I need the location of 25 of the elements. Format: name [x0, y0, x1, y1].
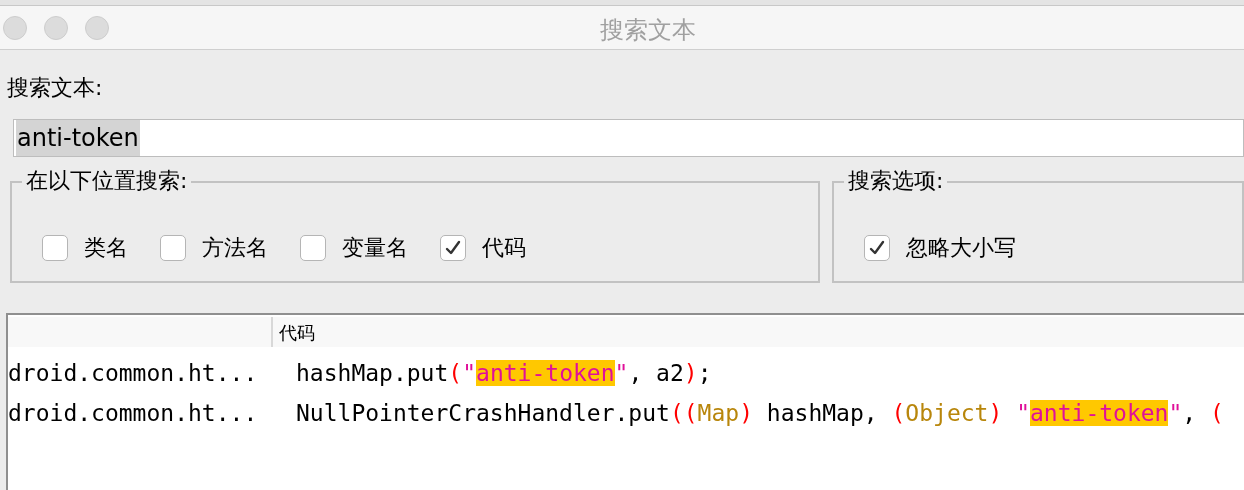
code-line: NullPointerCrashHandler.put((Map) hashMap, (Object) "anti-token", ( — [296, 399, 1224, 428]
checkbox[interactable] — [300, 234, 326, 261]
table-cell-text: droid.common.ht... — [8, 358, 259, 388]
result-row[interactable]: droid.common.ht... hashMap.put("anti-token", a2); — [8, 353, 1244, 393]
window-control-icon[interactable] — [85, 15, 109, 40]
checkbox-option[interactable]: 代码 — [440, 231, 526, 264]
checkbox-option[interactable]: 变量名 — [300, 231, 408, 264]
search-label: 搜索文本: — [7, 74, 103, 102]
window-control-icon[interactable] — [3, 15, 27, 40]
table-cell-text: droid.common.ht... — [8, 398, 259, 428]
checkbox[interactable] — [440, 234, 466, 261]
window-title: 搜索文本 — [600, 15, 696, 46]
checkmark-icon — [445, 239, 461, 256]
checkbox-option[interactable]: 方法名 — [160, 231, 268, 264]
checkbox-option[interactable]: 类名 — [42, 231, 128, 264]
checkbox[interactable] — [160, 234, 186, 261]
checkmark-icon — [869, 239, 885, 256]
code-line: hashMap.put("anti-token", a2); — [296, 359, 712, 388]
checkbox-option[interactable]: 忽略大小写 — [864, 231, 1016, 264]
window-control-icon[interactable] — [44, 15, 68, 40]
result-row[interactable]: droid.common.ht... NullPointerCrashHandler.put((Map) hashMap, (Object) "anti-token", ( — [8, 393, 1244, 433]
checkbox[interactable] — [864, 234, 890, 261]
search-field[interactable]: anti-token — [13, 119, 1244, 157]
checkbox[interactable] — [42, 234, 68, 261]
column-header[interactable]: 代码 — [273, 318, 315, 346]
